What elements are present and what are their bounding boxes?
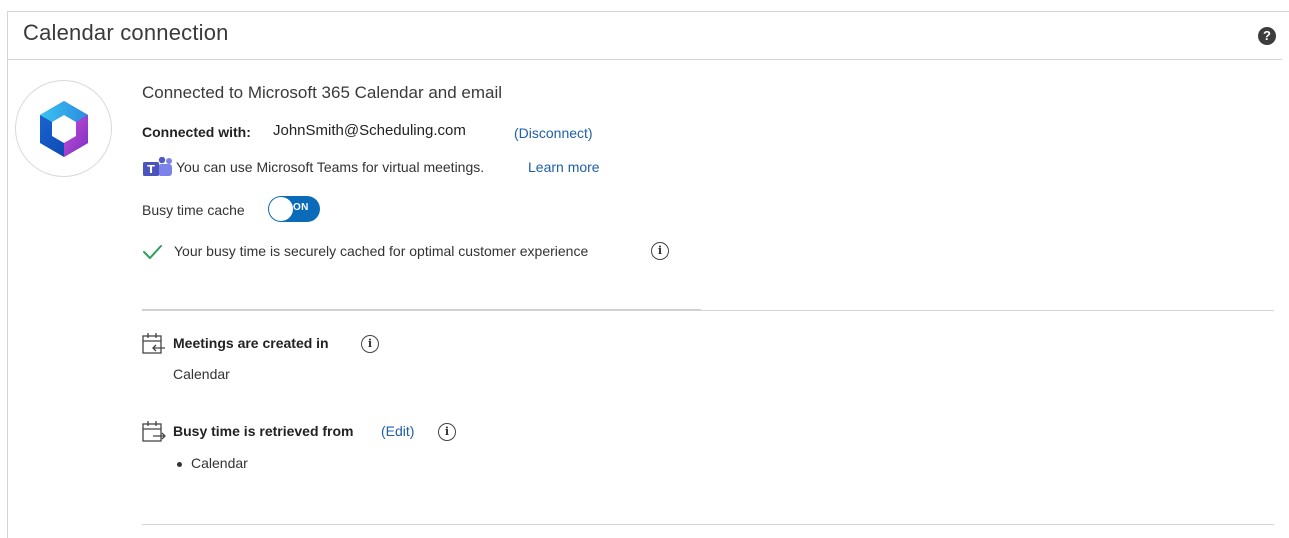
section-divider: [142, 310, 1274, 311]
panel-header: Calendar connection ?: [8, 12, 1282, 60]
calendar-retrieve-icon: [142, 421, 166, 442]
toggle-knob: [269, 197, 293, 221]
microsoft-365-logo: [15, 80, 112, 177]
list-item: Calendar: [191, 455, 248, 471]
teams-info-text: You can use Microsoft Teams for virtual …: [176, 159, 485, 175]
connected-with-label: Connected with:: [142, 124, 251, 140]
section-divider-highlight: [142, 309, 701, 310]
busy-time-retrieved-label: Busy time is retrieved from: [173, 423, 354, 439]
info-icon[interactable]: i: [361, 335, 379, 353]
busy-time-cache-toggle[interactable]: ON: [268, 196, 320, 222]
cache-status-text: Your busy time is securely cached for op…: [174, 243, 589, 259]
panel-title: Calendar connection: [23, 20, 229, 45]
info-icon[interactable]: i: [651, 242, 669, 260]
connection-title: Connected to Microsoft 365 Calendar and …: [142, 83, 503, 102]
microsoft-teams-icon: T: [143, 157, 172, 176]
busy-time-cache-label: Busy time cache: [142, 202, 245, 218]
bullet-icon: [177, 462, 182, 467]
toggle-state-label: ON: [293, 202, 309, 213]
svg-text:T: T: [147, 163, 155, 176]
meetings-created-label: Meetings are created in: [173, 335, 329, 351]
check-icon: [143, 245, 162, 259]
section-divider: [142, 524, 1274, 525]
info-icon[interactable]: i: [438, 423, 456, 441]
calendar-create-icon: [142, 333, 165, 354]
busy-time-edit-link[interactable]: (Edit): [381, 423, 414, 439]
learn-more-link[interactable]: Learn more: [528, 159, 600, 175]
microsoft-365-icon: [40, 101, 88, 157]
help-icon[interactable]: ?: [1258, 27, 1276, 45]
meetings-created-value: Calendar: [173, 366, 230, 382]
disconnect-link[interactable]: (Disconnect): [514, 125, 593, 141]
connected-email: JohnSmith@Scheduling.com: [273, 122, 466, 139]
